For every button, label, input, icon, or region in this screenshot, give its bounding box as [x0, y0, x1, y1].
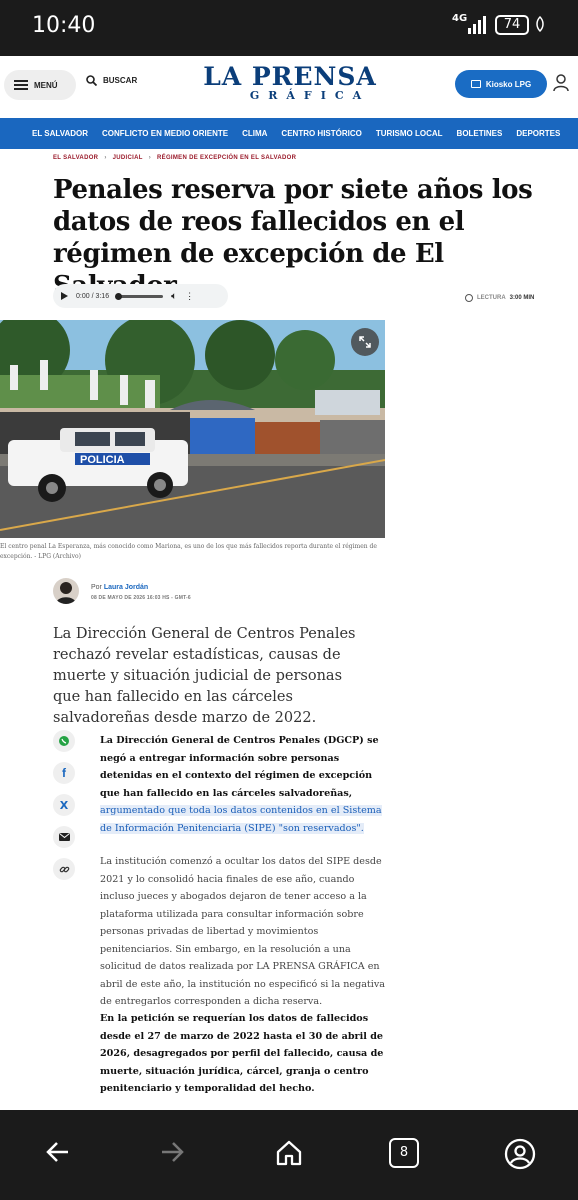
section-nav: EL SALVADOR CONFLICTO EN MEDIO ORIENTE C…	[0, 118, 578, 149]
reading-label: LECTURA	[477, 295, 506, 301]
menu-label: MENÚ	[34, 80, 58, 90]
share-email-button[interactable]	[53, 826, 75, 848]
whatsapp-icon	[59, 736, 69, 746]
breadcrumb-item[interactable]: EL SALVADOR	[53, 155, 98, 161]
search-label: BUSCAR	[103, 76, 138, 85]
network-indicator: 4G	[452, 14, 467, 24]
nav-item-turismo-local[interactable]: TURISMO LOCAL	[376, 129, 443, 138]
volume-icon[interactable]: 🔈︎	[171, 291, 177, 302]
breadcrumb: EL SALVADOR › JUDICIAL › RÉGIMEN DE EXCE…	[53, 155, 296, 161]
copy-link-button[interactable]	[53, 858, 75, 880]
hamburger-icon	[14, 80, 28, 90]
breadcrumb-separator-icon: ›	[104, 155, 107, 161]
email-icon	[58, 833, 70, 841]
nav-item-clima[interactable]: CLIMA	[242, 129, 267, 138]
nav-item-el-salvador[interactable]: EL SALVADOR	[32, 129, 88, 138]
logo-line-1: LA PRENSA	[203, 62, 377, 91]
article-title: Penales reserva por siete años los datos…	[53, 175, 533, 301]
article-lead: La Dirección General de Centros Penales …	[53, 626, 356, 726]
breadcrumb-item[interactable]: RÉGIMEN DE EXCEPCIÓN EN EL SALVADOR	[157, 155, 296, 161]
x-icon: X	[59, 798, 69, 812]
author-prefix: Por	[91, 584, 102, 591]
police-sign: POLICIA	[80, 454, 125, 466]
share-whatsapp-button[interactable]	[53, 730, 75, 752]
author-byline: Por Laura Jordán	[91, 584, 148, 591]
status-bar: 10:40 4G 74	[0, 0, 578, 56]
search-icon	[86, 75, 97, 86]
paragraph-1-bold: La Dirección General de Centros Penales …	[100, 735, 379, 799]
expand-icon	[359, 336, 371, 348]
publish-date: 08 DE MAYO DE 2026 16:03 HS - GMT-6	[91, 595, 191, 601]
site-header: MENÚ BUSCAR LA PRENSA GRÁFICA Kiosko LPG	[0, 56, 578, 116]
web-page: MENÚ BUSCAR LA PRENSA GRÁFICA Kiosko LPG…	[0, 56, 578, 1110]
user-icon[interactable]	[553, 74, 569, 92]
paragraph-1-link[interactable]: argumentado que toda los datos contenido…	[100, 805, 382, 834]
reading-value: 3:00 MIN	[509, 295, 535, 301]
clock-icon	[465, 294, 473, 302]
back-icon[interactable]	[44, 1138, 72, 1166]
clock-time: 10:40	[32, 13, 96, 38]
battery-icon: 74	[495, 15, 529, 35]
nav-item-deportes[interactable]: DEPORTES	[516, 129, 560, 138]
nav-item-centro-historico[interactable]: CENTRO HISTÓRICO	[281, 129, 361, 138]
forward-icon[interactable]	[158, 1138, 186, 1166]
author-name[interactable]: Laura Jordán	[104, 584, 148, 591]
share-bar: f X	[53, 730, 75, 880]
audio-time: 0:00 / 3:16	[76, 292, 110, 300]
signal-icon	[468, 16, 486, 34]
photo-caption: El centro penal La Esperanza, más conoci…	[0, 543, 377, 560]
nav-item-boletines[interactable]: BOLETINES	[457, 129, 503, 138]
tab-count: 8	[399, 1145, 409, 1160]
newspaper-icon	[470, 80, 481, 88]
reading-time: LECTURA 3:00 MIN	[465, 294, 534, 302]
home-icon[interactable]	[274, 1138, 304, 1168]
battery-saver-icon	[535, 15, 545, 35]
paragraph-3: En la petición se requerían los datos de…	[100, 1013, 384, 1094]
prison-photo-illustration: POLICIA	[0, 320, 385, 538]
share-facebook-button[interactable]: f	[53, 762, 75, 784]
site-logo[interactable]: LA PRENSA GRÁFICA	[190, 64, 390, 102]
kiosk-button[interactable]: Kiosko LPG	[455, 70, 547, 98]
play-icon[interactable]	[61, 292, 68, 300]
article-photo[interactable]: POLICIA	[0, 320, 385, 538]
paragraph-2: La institución comenzó a ocultar los dat…	[100, 856, 385, 1007]
audio-progress-slider[interactable]	[115, 292, 164, 300]
menu-button[interactable]: MENÚ	[4, 70, 76, 100]
paragraph-1: La Dirección General de Centros Penales …	[100, 732, 390, 837]
browser-bottom-bar: 8	[0, 1110, 578, 1200]
breadcrumb-separator-icon: ›	[148, 155, 152, 161]
author-avatar[interactable]	[53, 578, 79, 604]
tab-switcher-button[interactable]: 8	[389, 1138, 419, 1168]
battery-level: 74	[503, 17, 521, 32]
expand-image-button[interactable]	[351, 328, 379, 356]
account-icon[interactable]	[504, 1138, 536, 1170]
breadcrumb-item[interactable]: JUDICIAL	[113, 155, 143, 161]
link-icon	[59, 866, 69, 872]
logo-line-2: GRÁFICA	[249, 89, 371, 102]
more-options-icon[interactable]: ⋮	[185, 291, 194, 302]
kiosk-label: Kiosko LPG	[485, 79, 532, 89]
facebook-icon: f	[62, 766, 66, 780]
nav-item-conflicto[interactable]: CONFLICTO EN MEDIO ORIENTE	[102, 129, 228, 138]
author-photo	[56, 582, 76, 604]
audio-player: 0:00 / 3:16 🔈︎ ⋮	[53, 284, 228, 308]
network-type: 4G	[452, 13, 468, 24]
share-x-button[interactable]: X	[53, 794, 75, 816]
search-button[interactable]: BUSCAR	[86, 75, 137, 86]
